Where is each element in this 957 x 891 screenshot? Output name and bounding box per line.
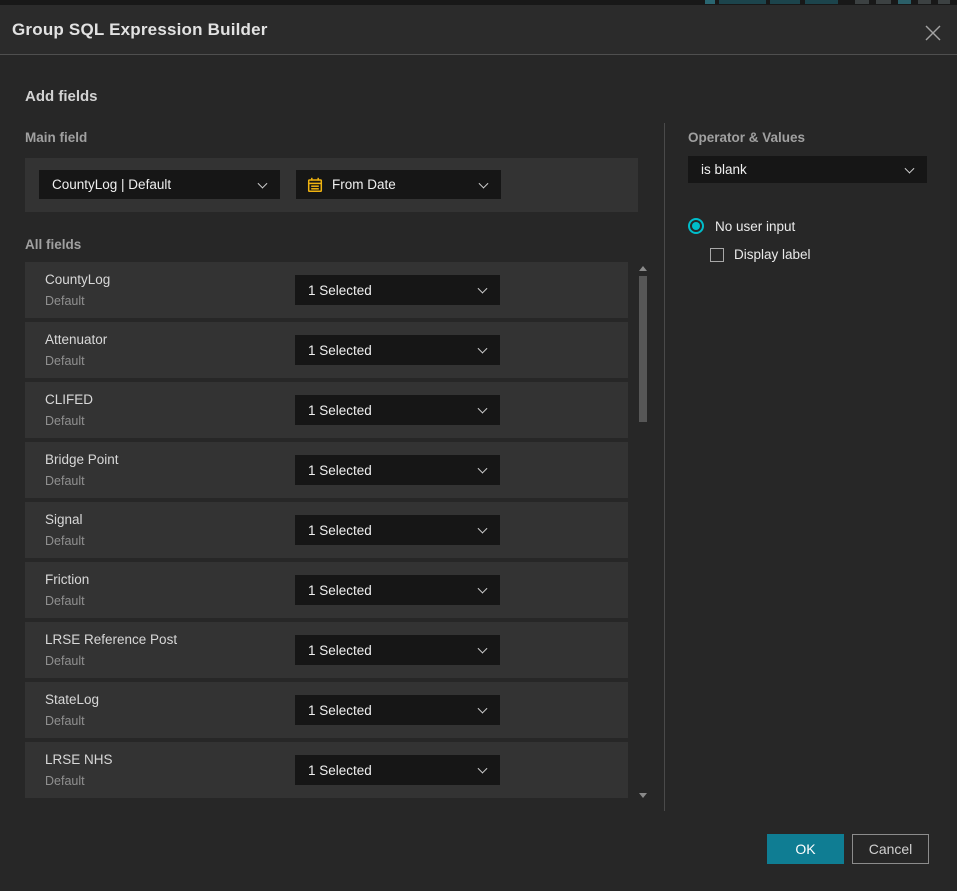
field-selection-value: 1 Selected	[295, 283, 372, 298]
background-app-fragment	[770, 0, 800, 4]
all-fields-label: All fields	[25, 237, 81, 252]
fields-list-scrollbar[interactable]	[637, 262, 649, 802]
main-field-dropdown-value: From Date	[323, 177, 396, 192]
chevron-down-icon	[478, 644, 488, 654]
field-name: Attenuator	[45, 332, 107, 347]
field-sublabel: Default	[45, 774, 85, 788]
field-selection-value: 1 Selected	[295, 343, 372, 358]
background-app-fragment	[855, 0, 869, 4]
main-layer-dropdown-value: CountyLog | Default	[39, 177, 171, 192]
cancel-button[interactable]: Cancel	[852, 834, 929, 864]
field-row: CLIFED Default 1 Selected	[25, 382, 628, 438]
field-sublabel: Default	[45, 654, 85, 668]
field-name: Friction	[45, 572, 89, 587]
field-selection-dropdown[interactable]: 1 Selected	[295, 455, 500, 485]
field-sublabel: Default	[45, 354, 85, 368]
field-row: LRSE Reference Post Default 1 Selected	[25, 622, 628, 678]
field-selection-value: 1 Selected	[295, 463, 372, 478]
field-sublabel: Default	[45, 534, 85, 548]
display-label-label: Display label	[734, 247, 811, 262]
calendar-icon	[307, 177, 323, 193]
chevron-down-icon	[258, 178, 268, 188]
field-selection-dropdown[interactable]: 1 Selected	[295, 755, 500, 785]
field-row: Attenuator Default 1 Selected	[25, 322, 628, 378]
field-name: LRSE NHS	[45, 752, 113, 767]
chevron-down-icon	[478, 344, 488, 354]
dialog-title: Group SQL Expression Builder	[12, 20, 268, 40]
field-selection-value: 1 Selected	[295, 703, 372, 718]
chevron-down-icon	[478, 404, 488, 414]
field-name: CountyLog	[45, 272, 110, 287]
background-app-fragment	[918, 0, 931, 4]
field-selection-dropdown[interactable]: 1 Selected	[295, 515, 500, 545]
field-selection-value: 1 Selected	[295, 763, 372, 778]
panel-divider	[664, 123, 665, 811]
chevron-down-icon	[478, 584, 488, 594]
field-row: Bridge Point Default 1 Selected	[25, 442, 628, 498]
close-button[interactable]	[922, 22, 944, 44]
no-user-input-label: No user input	[715, 219, 795, 234]
main-field-panel: CountyLog | Default From Date	[25, 158, 638, 212]
operator-dropdown[interactable]: is blank	[688, 156, 927, 183]
add-fields-heading: Add fields	[25, 88, 98, 105]
background-app-fragment	[805, 0, 838, 4]
chevron-down-icon	[478, 764, 488, 774]
chevron-down-icon	[478, 464, 488, 474]
field-selection-dropdown[interactable]: 1 Selected	[295, 575, 500, 605]
group-sql-expression-builder-dialog: Group SQL Expression Builder Add fields …	[0, 0, 957, 891]
field-name: StateLog	[45, 692, 99, 707]
main-field-label: Main field	[25, 130, 87, 145]
operator-values-label: Operator & Values	[688, 130, 805, 145]
chevron-down-icon	[478, 524, 488, 534]
field-selection-value: 1 Selected	[295, 523, 372, 538]
field-selection-dropdown[interactable]: 1 Selected	[295, 275, 500, 305]
dialog-titlebar: Group SQL Expression Builder	[0, 5, 957, 55]
field-row: StateLog Default 1 Selected	[25, 682, 628, 738]
chevron-down-icon	[905, 163, 915, 173]
field-sublabel: Default	[45, 294, 85, 308]
field-name: Bridge Point	[45, 452, 119, 467]
field-sublabel: Default	[45, 594, 85, 608]
field-row: LRSE NHS Default 1 Selected	[25, 742, 628, 798]
scrollbar-thumb[interactable]	[639, 276, 647, 422]
field-selection-dropdown[interactable]: 1 Selected	[295, 635, 500, 665]
field-selection-dropdown[interactable]: 1 Selected	[295, 335, 500, 365]
background-app-fragment	[719, 0, 766, 4]
field-name: LRSE Reference Post	[45, 632, 177, 647]
field-sublabel: Default	[45, 714, 85, 728]
field-selection-dropdown[interactable]: 1 Selected	[295, 395, 500, 425]
main-layer-dropdown[interactable]: CountyLog | Default	[39, 170, 280, 199]
checkbox-unchecked-icon	[710, 248, 724, 262]
radio-selected-icon	[688, 218, 704, 234]
no-user-input-radio[interactable]: No user input	[688, 218, 795, 234]
background-app-fragment	[938, 0, 950, 4]
field-selection-value: 1 Selected	[295, 403, 372, 418]
ok-button[interactable]: OK	[767, 834, 844, 864]
field-sublabel: Default	[45, 474, 85, 488]
field-selection-value: 1 Selected	[295, 583, 372, 598]
field-row: Signal Default 1 Selected	[25, 502, 628, 558]
field-selection-dropdown[interactable]: 1 Selected	[295, 695, 500, 725]
all-fields-list: CountyLog Default 1 Selected Attenuator Defa…	[25, 262, 628, 802]
field-row: Friction Default 1 Selected	[25, 562, 628, 618]
operator-dropdown-value: is blank	[688, 162, 747, 177]
close-icon	[924, 24, 942, 42]
field-sublabel: Default	[45, 414, 85, 428]
scroll-up-icon[interactable]	[639, 266, 647, 271]
chevron-down-icon	[479, 178, 489, 188]
field-name: Signal	[45, 512, 83, 527]
chevron-down-icon	[478, 284, 488, 294]
background-app-fragment	[876, 0, 891, 4]
background-app-fragment	[705, 0, 715, 4]
field-row: CountyLog Default 1 Selected	[25, 262, 628, 318]
main-field-dropdown[interactable]: From Date	[296, 170, 501, 199]
scroll-down-icon[interactable]	[639, 793, 647, 798]
field-name: CLIFED	[45, 392, 93, 407]
display-label-checkbox[interactable]: Display label	[710, 247, 811, 262]
field-selection-value: 1 Selected	[295, 643, 372, 658]
background-app-fragment	[898, 0, 911, 4]
chevron-down-icon	[478, 704, 488, 714]
